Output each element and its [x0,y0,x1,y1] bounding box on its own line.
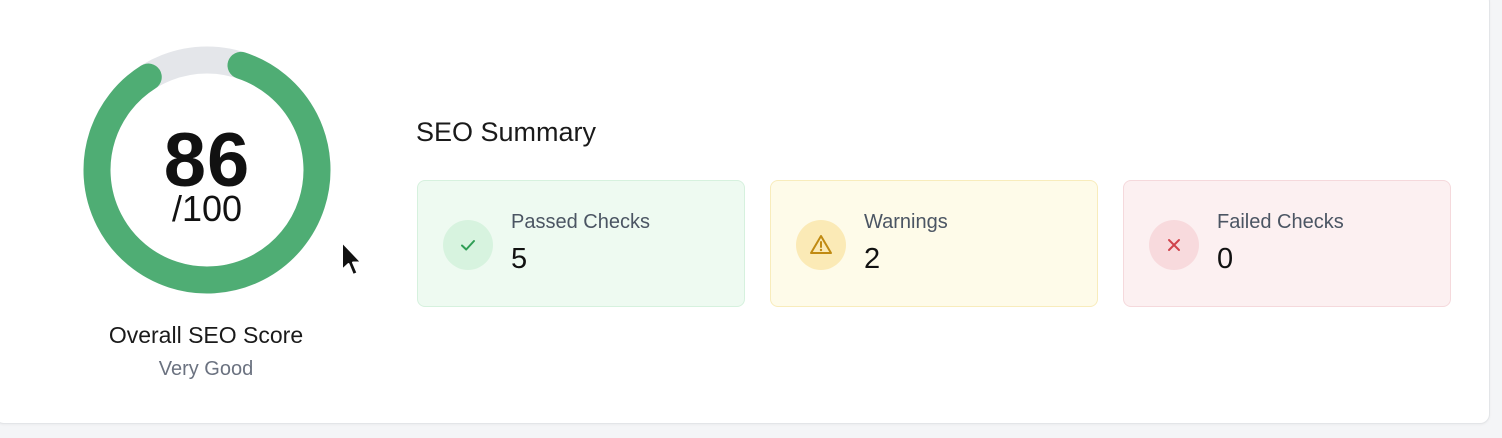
passed-checks-value: 5 [511,243,528,275]
seo-score-gauge: 86 /100 [82,45,332,295]
passed-checks-label: Passed Checks [511,211,650,233]
summary-title: SEO Summary [416,117,597,147]
failed-checks-card[interactable]: Failed Checks 0 [1123,180,1451,307]
warning-triangle-icon [796,220,846,270]
failed-checks-label: Failed Checks [1217,211,1344,233]
close-icon [1149,220,1199,270]
warnings-label: Warnings [864,211,948,233]
score-label: Overall SEO Score [108,322,304,348]
warnings-value: 2 [864,243,881,275]
check-icon [443,220,493,270]
score-max: /100 [171,188,243,229]
failed-checks-value: 0 [1217,243,1234,275]
passed-checks-card[interactable]: Passed Checks 5 [417,180,745,307]
mouse-pointer-icon [340,240,366,285]
score-rating: Very Good [158,358,254,380]
warnings-card[interactable]: Warnings 2 [770,180,1098,307]
